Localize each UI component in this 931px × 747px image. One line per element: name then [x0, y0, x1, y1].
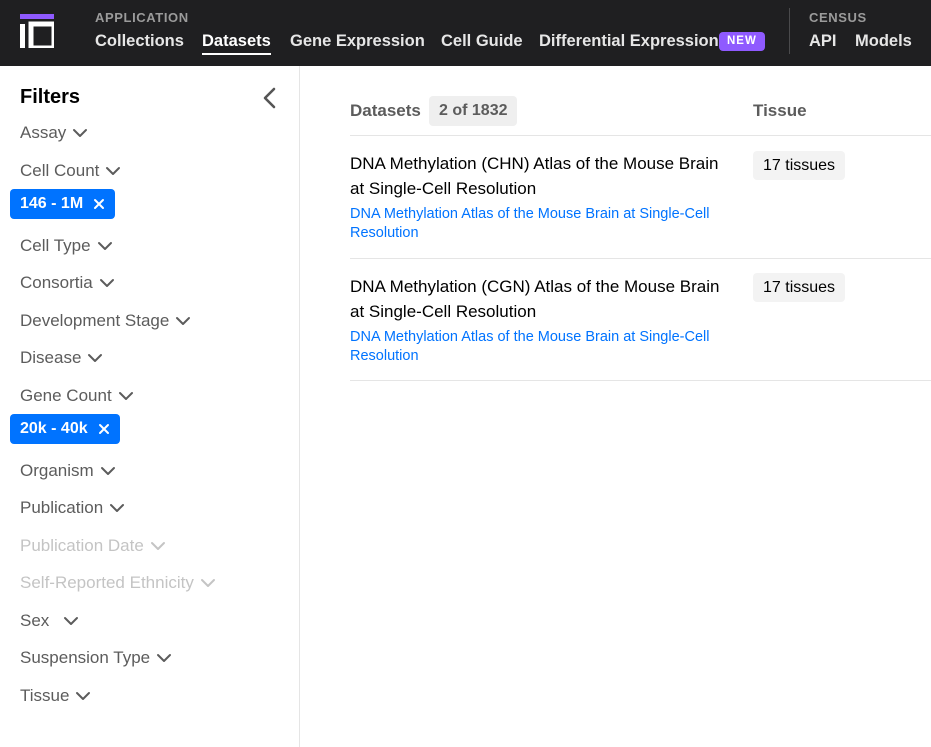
chevron-down-icon [110, 504, 125, 512]
chevron-down-icon [88, 354, 103, 362]
filter-label: Tissue [20, 686, 70, 705]
chevron-down-icon [73, 129, 88, 137]
filter-development-stage[interactable]: Development Stage [20, 311, 191, 331]
tissue-count-badge[interactable]: 17 tissues [753, 273, 846, 302]
dataset-count-badge: 2 of 1832 [429, 96, 518, 126]
cellxgene-logo-icon[interactable] [20, 14, 54, 48]
nav-datasets[interactable]: Datasets [202, 32, 271, 55]
filter-suspension-type[interactable]: Suspension Type [20, 648, 172, 668]
filter-tissue[interactable]: Tissue [20, 686, 91, 706]
chevron-down-icon [176, 317, 191, 325]
filters-title: Filters [20, 86, 81, 108]
collection-link[interactable]: DNA Methylation Atlas of the Mouse Brain… [350, 205, 725, 243]
datasets-column-header[interactable]: Datasets [350, 101, 421, 121]
filter-label: Consortia [20, 273, 93, 292]
collapse-sidebar-chevron-left-icon[interactable] [258, 84, 282, 112]
nav-api[interactable]: API [809, 32, 837, 51]
filter-label: Disease [20, 348, 82, 367]
cell-count-filter-chip: 146 - 1M [10, 189, 116, 219]
datasets-table: Datasets 2 of 1832 Tissue DNA Methylatio… [300, 66, 931, 747]
nav-gene-expression[interactable]: Gene Expression [290, 32, 425, 51]
filter-label: Assay [20, 123, 67, 142]
filter-label: Gene Count [20, 386, 112, 405]
chevron-down-icon [97, 242, 112, 250]
filter-disease[interactable]: Disease [20, 348, 103, 368]
filter-label: Cell Count [20, 161, 100, 180]
row-divider [350, 380, 931, 381]
filter-label: Organism [20, 461, 94, 480]
remove-chip-close-icon[interactable] [98, 423, 110, 435]
census-section-label: CENSUS [809, 10, 867, 25]
chevron-down-icon [99, 279, 114, 287]
new-badge: NEW [719, 32, 765, 51]
chip-label: 20k - 40k [20, 420, 88, 437]
collection-link[interactable]: DNA Methylation Atlas of the Mouse Brain… [350, 328, 725, 366]
row-divider [350, 135, 931, 136]
chevron-down-icon [200, 579, 215, 587]
filter-gene-count[interactable]: Gene Count [20, 386, 134, 406]
chip-label: 146 - 1M [20, 195, 84, 212]
filter-label: Publication [20, 498, 104, 517]
chevron-down-icon [76, 692, 91, 700]
gene-count-filter-chip: 20k - 40k [10, 414, 120, 444]
top-nav: APPLICATION Collections Datasets Gene Ex… [0, 0, 931, 66]
filters-sidebar: Filters Assay Cell Count 146 - 1M Cell T… [0, 66, 300, 747]
chevron-down-icon [150, 542, 165, 550]
nav-models[interactable]: Models [855, 32, 912, 51]
chevron-down-icon [118, 392, 133, 400]
tissue-count-badge[interactable]: 17 tissues [753, 151, 846, 180]
nav-divider [789, 8, 790, 54]
application-section-label: APPLICATION [95, 10, 189, 25]
chevron-down-icon [106, 167, 121, 175]
filter-sex[interactable]: Sex [20, 611, 79, 631]
filter-label: Cell Type [20, 236, 91, 255]
filter-publication-date: Publication Date [20, 536, 166, 556]
tissue-column-header[interactable]: Tissue [753, 101, 807, 121]
chevron-down-icon [100, 467, 115, 475]
nav-collections[interactable]: Collections [95, 32, 184, 51]
filter-cell-type[interactable]: Cell Type [20, 236, 113, 256]
filter-publication[interactable]: Publication [20, 498, 125, 518]
dataset-title[interactable]: DNA Methylation (CHN) Atlas of the Mouse… [350, 151, 720, 201]
remove-chip-close-icon[interactable] [93, 198, 105, 210]
filter-label: Publication Date [20, 536, 144, 555]
row-divider [350, 258, 931, 259]
filter-label: Self-Reported Ethnicity [20, 573, 194, 592]
filter-label: Sex [20, 611, 50, 630]
filter-label: Suspension Type [20, 648, 151, 667]
filter-assay[interactable]: Assay [20, 123, 88, 143]
filter-organism[interactable]: Organism [20, 461, 116, 481]
nav-differential-expression[interactable]: Differential Expression [539, 32, 719, 51]
nav-cell-guide[interactable]: Cell Guide [441, 32, 523, 51]
filter-cell-count[interactable]: Cell Count [20, 161, 121, 181]
chevron-down-icon [64, 617, 79, 625]
filter-label: Development Stage [20, 311, 170, 330]
filter-consortia[interactable]: Consortia [20, 273, 115, 293]
filter-self-reported-ethnicity: Self-Reported Ethnicity [20, 573, 216, 593]
dataset-title[interactable]: DNA Methylation (CGN) Atlas of the Mouse… [350, 274, 720, 324]
chevron-down-icon [157, 654, 172, 662]
